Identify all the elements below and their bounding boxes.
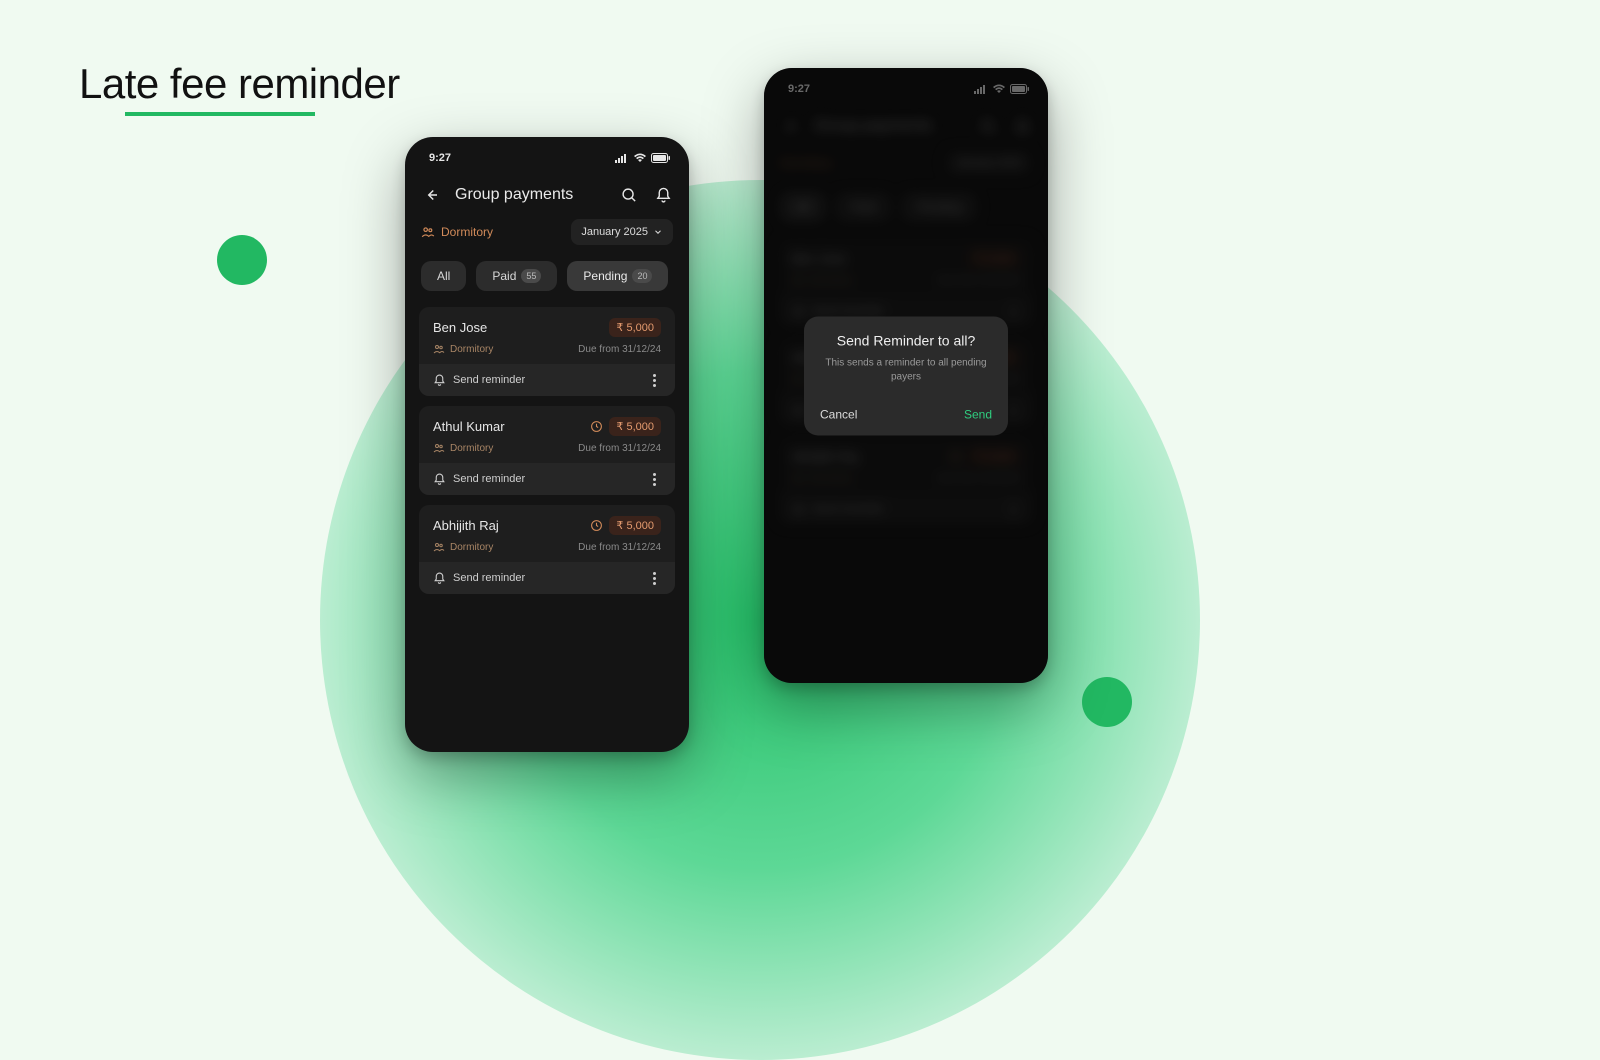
payer-card: Athul Kumar ₹ 5,000 Dormitory Due from 3… — [419, 406, 675, 495]
kebab-icon[interactable] — [647, 373, 661, 387]
send-reminder-label: Send reminder — [453, 473, 525, 485]
payers-list: Ben Jose ₹ 5,000 Dormitory Due from 31/1… — [405, 307, 689, 594]
group-icon — [421, 225, 435, 239]
group-icon — [433, 343, 445, 355]
amount-badge: ₹ 5,000 — [609, 417, 661, 436]
filter-label: Pending — [583, 269, 627, 283]
filter-paid[interactable]: Paid 55 — [476, 261, 557, 291]
dialog-message: This sends a reminder to all pending pay… — [820, 356, 992, 385]
filter-pending[interactable]: Pending 20 — [567, 261, 668, 291]
page-title: Late fee reminder — [79, 60, 400, 108]
wifi-icon — [633, 153, 647, 163]
dialog-title: Send Reminder to all? — [820, 332, 992, 348]
due-date: Due from 31/12/24 — [578, 443, 661, 454]
payer-group: Dormitory — [433, 343, 493, 355]
send-reminder-label: Send reminder — [453, 572, 525, 584]
clock-icon — [590, 420, 603, 433]
status-bar: 9:27 — [405, 137, 689, 169]
group-chip[interactable]: Dormitory — [421, 225, 493, 239]
signal-icon — [615, 153, 629, 163]
bell-icon — [433, 374, 446, 387]
due-date: Due from 31/12/24 — [578, 344, 661, 355]
search-icon[interactable] — [619, 185, 639, 205]
send-button[interactable]: Send — [964, 407, 992, 421]
payer-card: Abhijith Raj ₹ 5,000 Dormitory Due from … — [419, 505, 675, 594]
dialog-actions: Cancel Send — [820, 407, 992, 421]
filter-count: 55 — [521, 269, 541, 283]
amount-badge: ₹ 5,000 — [609, 516, 661, 535]
phone-frame-1: 9:27 Group payments Dormitory January 20… — [405, 137, 689, 752]
filter-all[interactable]: All — [421, 261, 466, 291]
payer-name: Ben Jose — [433, 320, 487, 335]
title-underline — [125, 112, 315, 116]
filter-label: All — [437, 269, 450, 283]
payer-group: Dormitory — [433, 442, 493, 454]
payer-name: Athul Kumar — [433, 419, 505, 434]
month-label: January 2025 — [581, 226, 648, 238]
send-reminder-row[interactable]: Send reminder — [419, 364, 675, 396]
confirm-dialog: Send Reminder to all? This sends a remin… — [804, 316, 1008, 435]
battery-icon — [651, 153, 671, 163]
send-reminder-row[interactable]: Send reminder — [419, 463, 675, 495]
background-dot — [1082, 677, 1132, 727]
send-reminder-label: Send reminder — [453, 374, 525, 386]
filter-row: All Paid 55 Pending 20 — [405, 259, 689, 307]
kebab-icon[interactable] — [647, 571, 661, 585]
bell-icon — [433, 473, 446, 486]
send-reminder-row[interactable]: Send reminder — [419, 562, 675, 594]
group-name: Dormitory — [441, 225, 493, 239]
payer-card: Ben Jose ₹ 5,000 Dormitory Due from 31/1… — [419, 307, 675, 396]
status-icons — [615, 153, 671, 163]
kebab-icon[interactable] — [647, 472, 661, 486]
cancel-button[interactable]: Cancel — [820, 407, 857, 421]
payer-name: Abhijith Raj — [433, 518, 499, 533]
month-dropdown[interactable]: January 2025 — [571, 219, 673, 245]
back-icon[interactable] — [421, 185, 441, 205]
filter-label: Paid — [492, 269, 516, 283]
bell-icon[interactable] — [653, 185, 673, 205]
background-dot — [217, 235, 267, 285]
phone-frame-2: 9:27 Group payments Dormitory January 20… — [764, 68, 1048, 683]
payer-group: Dormitory — [433, 541, 493, 553]
bell-icon — [433, 572, 446, 585]
filter-count: 20 — [632, 269, 652, 283]
app-bar: Group payments — [405, 169, 689, 215]
chevron-down-icon — [653, 227, 663, 237]
due-date: Due from 31/12/24 — [578, 542, 661, 553]
status-time: 9:27 — [429, 152, 451, 164]
clock-icon — [590, 519, 603, 532]
subheader: Dormitory January 2025 — [405, 215, 689, 259]
screen-title: Group payments — [455, 186, 605, 204]
group-icon — [433, 541, 445, 553]
amount-badge: ₹ 5,000 — [609, 318, 661, 337]
group-icon — [433, 442, 445, 454]
